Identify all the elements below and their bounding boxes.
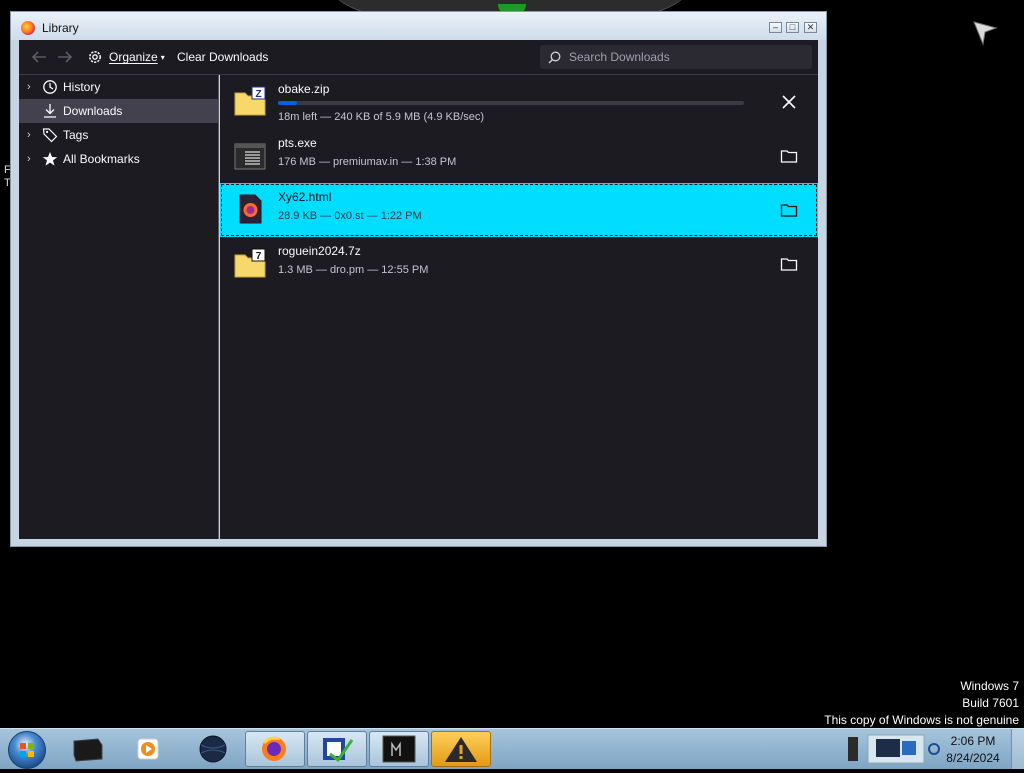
chevron-right-icon[interactable]: › [27, 81, 31, 93]
organize-menu-button[interactable]: Organize ▾ [87, 49, 165, 65]
firefox-html-icon [239, 194, 262, 224]
sidebar-item-label: Downloads [63, 104, 123, 118]
library-window: Library – □ ✕ Organize ▾ Clear Downloads [10, 11, 827, 547]
watermark-line: Build 7601 [962, 696, 1019, 710]
cursor-arrow-icon [973, 21, 998, 46]
firefox-icon [262, 736, 286, 761]
search-box[interactable] [540, 45, 812, 69]
tag-icon [42, 128, 58, 143]
download-item[interactable]: Z obake.zip 18m left — 240 KB of 5.9 MB … [220, 75, 818, 129]
folder-icon[interactable] [780, 201, 798, 219]
watermark-line: This copy of Windows is not genuine [824, 713, 1019, 727]
organize-label: Organize [109, 50, 158, 64]
svg-text:7: 7 [256, 251, 262, 262]
taskbar-app-media-player[interactable] [120, 731, 180, 767]
search-icon [548, 51, 561, 63]
show-desktop-button[interactable] [1011, 729, 1024, 769]
watermark-line: Windows 7 [960, 679, 1019, 693]
globe-app-icon [199, 735, 227, 763]
system-tray [842, 731, 942, 767]
download-item[interactable]: pts.exe 176 MB — premiumav.in — 1:38 PM [220, 129, 818, 183]
windows-logo-icon [20, 743, 34, 757]
taskbar-app-terminal[interactable] [369, 731, 429, 767]
arrow-left-icon [31, 51, 46, 63]
download-filename: roguein2024.7z [278, 244, 361, 258]
download-filename: obake.zip [278, 82, 330, 96]
downloads-list: Z obake.zip 18m left — 240 KB of 5.9 MB … [220, 75, 818, 539]
sidebar-item-tags[interactable]: › Tags [19, 123, 218, 147]
taskbar-app-firefox[interactable] [245, 731, 305, 767]
chevron-down-icon: ▾ [160, 52, 165, 62]
firefox-icon [21, 21, 35, 35]
download-icon [44, 104, 56, 118]
sidebar-item-history[interactable]: › History [19, 75, 218, 99]
download-progress-bar [278, 101, 744, 105]
library-sidebar: › History Downloads › Tags › All Bookmar… [19, 75, 219, 539]
maximize-button[interactable]: □ [786, 22, 799, 33]
sidebar-item-all-bookmarks[interactable]: › All Bookmarks [19, 147, 218, 171]
media-player-icon [137, 738, 159, 760]
folder-icon[interactable] [780, 147, 798, 165]
star-icon [42, 152, 58, 166]
taskbar-app-checklist[interactable] [307, 731, 367, 767]
checklist-app-icon [323, 738, 354, 763]
taskbar: 2:06 PM 8/24/2024 [0, 728, 1024, 769]
dark-box-app-icon [73, 738, 103, 762]
7z-archive-icon: 7 [234, 248, 266, 278]
cancel-icon[interactable] [780, 93, 798, 111]
forward-button[interactable] [57, 50, 73, 68]
sidebar-item-downloads[interactable]: Downloads [19, 99, 218, 123]
window-title: Library [42, 21, 79, 35]
taskbar-app-dark-box[interactable] [58, 731, 118, 767]
back-button[interactable] [31, 50, 47, 68]
chevron-right-icon[interactable]: › [27, 129, 31, 141]
library-toolbar: Organize ▾ Clear Downloads [19, 40, 818, 75]
window-titlebar[interactable]: Library – □ ✕ [11, 12, 826, 40]
warning-app-icon [445, 737, 477, 762]
clock-date: 8/24/2024 [946, 751, 1000, 765]
arrow-right-icon [58, 51, 73, 63]
terminal-app-icon [382, 735, 416, 763]
sidebar-item-label: All Bookmarks [63, 152, 140, 166]
tray-icons[interactable] [842, 731, 942, 767]
executable-icon [234, 143, 266, 170]
close-window-button[interactable]: ✕ [804, 22, 817, 33]
zip-archive-icon: Z [234, 86, 266, 116]
download-item[interactable]: 7 roguein2024.7z 1.3 MB — dro.pm — 12:55… [220, 237, 818, 291]
download-filename: pts.exe [278, 136, 317, 150]
search-downloads-input[interactable] [567, 49, 801, 65]
download-status: 176 MB — premiumav.in — 1:38 PM [278, 156, 457, 168]
svg-text:Z: Z [255, 89, 261, 100]
chevron-right-icon[interactable]: › [27, 153, 31, 165]
clear-downloads-button[interactable]: Clear Downloads [177, 50, 268, 64]
taskbar-clock[interactable]: 2:06 PM 8/24/2024 [938, 733, 1008, 767]
sidebar-item-label: Tags [63, 128, 89, 142]
windows-start-orb-icon[interactable] [8, 731, 46, 769]
download-status: 28.9 KB — 0x0.st — 1:22 PM [278, 210, 422, 222]
clock-icon [43, 80, 57, 94]
download-item-selected[interactable]: Xy62.html 28.9 KB — 0x0.st — 1:22 PM [220, 183, 818, 237]
clock-time: 2:06 PM [950, 734, 996, 748]
folder-icon[interactable] [780, 255, 798, 273]
minimize-button[interactable]: – [769, 22, 782, 33]
download-status: 18m left — 240 KB of 5.9 MB (4.9 KB/sec) [278, 111, 485, 123]
taskbar-app-globe[interactable] [183, 731, 243, 767]
download-progress-fill [278, 101, 297, 105]
download-status: 1.3 MB — dro.pm — 12:55 PM [278, 264, 429, 276]
windows-watermark: Windows 7 Build 7601 This copy of Window… [824, 678, 1019, 729]
download-filename: Xy62.html [278, 190, 332, 204]
gear-icon [89, 51, 101, 63]
taskbar-app-warning[interactable] [431, 731, 491, 767]
sidebar-item-label: History [63, 80, 101, 94]
